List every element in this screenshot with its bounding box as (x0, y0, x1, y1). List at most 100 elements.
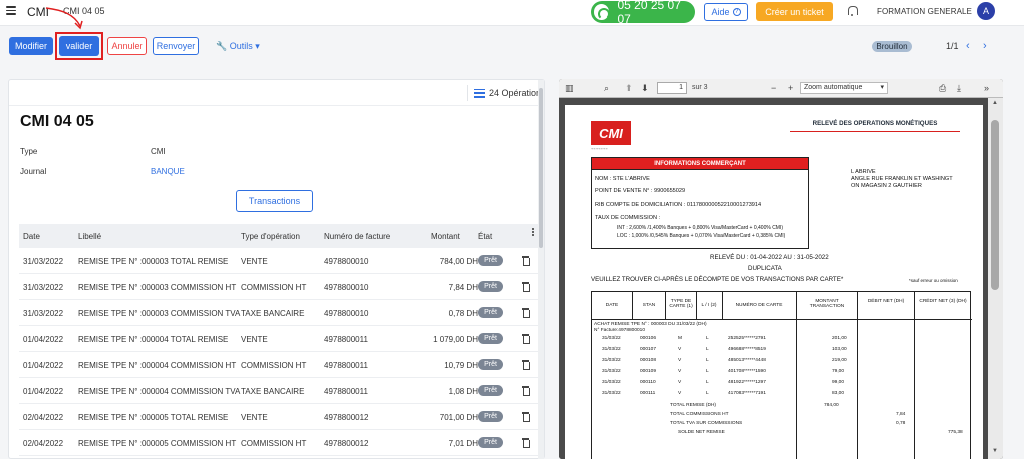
col-montant[interactable]: Montant (431, 232, 460, 241)
cell-libelle: REMISE TPE N° :000003 COMMISSION HT (78, 283, 237, 292)
col-date[interactable]: Date (23, 232, 40, 241)
phone-number: 05 20 25 07 07 (617, 0, 681, 26)
renvoyer-button[interactable]: Renvoyer (153, 37, 199, 55)
trash-icon[interactable] (522, 386, 530, 396)
zoom-value: Zoom automatique (804, 84, 863, 91)
document-panel: 24 Opérations CMI 04 05 Type CMI Journal… (8, 79, 545, 459)
valider-button[interactable]: valider (59, 36, 99, 56)
chevron-right-icon[interactable]: › (983, 40, 987, 52)
caret-down-icon: ▾ (880, 84, 884, 91)
col-type[interactable]: Type d'opération (241, 232, 300, 241)
trash-icon[interactable] (522, 334, 530, 344)
journal-link[interactable]: BANQUE (151, 167, 185, 176)
print-icon[interactable]: ⎙ (939, 83, 946, 94)
zoom-select[interactable]: Zoom automatique ▾ (800, 82, 888, 94)
pdf-col-montant: MONTANT TRANSACTION (809, 299, 845, 309)
menu-icon[interactable] (6, 6, 16, 15)
col-etat[interactable]: État (478, 232, 492, 241)
status-badge: Prêt (478, 281, 503, 292)
col-libelle[interactable]: Libellé (78, 232, 101, 241)
help-button[interactable]: Aide ? (704, 3, 748, 21)
status-badge: Prêt (478, 385, 503, 396)
caret-down-icon: ▾ (255, 41, 260, 51)
trash-icon[interactable] (522, 360, 530, 370)
top-bar: CMI CMI 04 05 05 20 25 07 07 Aide ? Crée… (0, 0, 1024, 26)
avatar[interactable]: A (977, 2, 995, 20)
more-options-icon[interactable] (532, 228, 534, 236)
search-icon[interactable]: ⌕ (604, 83, 609, 94)
zoom-in-icon[interactable]: + (788, 83, 793, 93)
arrow-down-icon[interactable]: ⬇ (641, 83, 649, 94)
status-badge: Prêt (478, 359, 503, 370)
annuler-button[interactable]: Annuler (107, 37, 147, 55)
col-facture[interactable]: Numéro de facture (324, 232, 390, 241)
trash-icon[interactable] (522, 438, 530, 448)
cell-type: VENTE (241, 335, 268, 344)
trash-icon[interactable] (522, 412, 530, 422)
cell-libelle: REMISE TPE N° :000003 COMMISSION TVA (78, 309, 241, 318)
total-tva-value: 0,78 (896, 421, 906, 426)
outils-menu[interactable]: 🔧 Outils ▾ (216, 41, 260, 52)
pdf-cell-type: V (678, 369, 682, 374)
scroll-down-icon[interactable]: ▼ (992, 448, 998, 454)
pdf-cell-stan: 000110 (640, 380, 656, 385)
arrow-up-icon[interactable]: ⬆ (625, 83, 633, 94)
cell-facture: 4978800010 (324, 283, 369, 292)
trash-icon[interactable] (522, 282, 530, 292)
pdf-cell-li: L (706, 336, 709, 341)
sidebar-toggle-icon[interactable]: ▥ (565, 83, 574, 94)
phone-badge[interactable]: 05 20 25 07 07 (591, 0, 695, 26)
modifier-button[interactable]: Modifier (9, 37, 53, 55)
trash-icon[interactable] (522, 256, 530, 266)
transactions-button[interactable]: Transactions (236, 190, 313, 212)
pdf-col-date: DATE (605, 303, 619, 308)
table-row[interactable]: 01/04/2022 REMISE TPE N° :000004 COMMISSI… (19, 378, 538, 404)
pdf-cell-li: L (706, 347, 709, 352)
headset-icon (594, 4, 611, 20)
pdf-viewer: ▥ ⌕ ⬆ ⬇ 1 sur 3 − + Zoom automatique ▾ ⎙… (559, 79, 1003, 459)
table-row[interactable]: 02/04/2022 REMISE TPE N° :000005 TOTAL RE… (19, 404, 538, 430)
cell-libelle: REMISE TPE N° :000004 COMMISSION TVA (78, 387, 241, 396)
create-ticket-button[interactable]: Créer un ticket (756, 2, 833, 21)
help-icon: ? (732, 8, 741, 16)
scroll-up-icon[interactable]: ▲ (992, 100, 998, 106)
bell-icon[interactable] (848, 6, 858, 16)
pdf-col-li: L / I (2) (701, 303, 717, 308)
type-label: Type (20, 147, 38, 156)
company-name[interactable]: FORMATION GENERALE (877, 7, 972, 16)
table-row[interactable]: 01/04/2022 REMISE TPE N° :000004 COMMISSI… (19, 352, 538, 378)
cell-type: TAXE BANCAIRE (241, 309, 305, 318)
page-number-input[interactable]: 1 (657, 82, 687, 94)
pager-count: 1/1 (946, 41, 959, 51)
pdf-cell-type: V (678, 380, 682, 385)
facture-line: N° Facture:4978800010 (594, 328, 645, 333)
cell-libelle: REMISE TPE N° :000005 COMMISSION HT (78, 439, 237, 448)
tools-expand-icon[interactable]: » (984, 83, 989, 93)
table-row[interactable]: 01/04/2022 REMISE TPE N° :000004 TOTAL RE… (19, 326, 538, 352)
decompte-note: VEUILLEZ TROUVER CI-APRÈS LE DÉCOMPTE DE… (591, 276, 844, 283)
operations-counter[interactable]: 24 Opérations (467, 85, 544, 101)
chevron-left-icon[interactable]: ‹ (966, 40, 970, 52)
zoom-out-icon[interactable]: − (771, 83, 776, 93)
table-row[interactable]: 31/03/2022 REMISE TPE N° :000003 TOTAL RE… (19, 248, 538, 274)
table-row[interactable]: 31/03/2022 REMISE TPE N° :000003 COMMISSI… (19, 274, 538, 300)
cell-facture: 4978800011 (324, 387, 368, 396)
download-icon[interactable]: ⤓ (957, 83, 961, 94)
pdf-canvas: CMI ⌁⌁⌁⌁⌁⌁⌁ RELEVÉ DES OPERATIONS MONÉTI… (559, 98, 1003, 459)
pdf-cell-montant: 103,00 (832, 347, 847, 352)
table-row[interactable]: 02/04/2022 REMISE TPE N° :000005 COMMISSI… (19, 430, 538, 456)
cell-montant: 784,00 DH (439, 257, 478, 266)
trash-icon[interactable] (522, 308, 530, 318)
cell-date: 31/03/2022 (23, 309, 64, 318)
table-row[interactable]: 31/03/2022 REMISE TPE N° :000003 COMMISSI… (19, 300, 538, 326)
report-title: RELEVÉ DES OPERATIONS MONÉTIQUES (790, 120, 960, 132)
pdf-scrollbar[interactable]: ▲ ▼ (988, 98, 1003, 459)
cell-montant: 1 079,00 DH (433, 335, 478, 344)
pdf-col-stan: STAN (642, 303, 656, 308)
pdf-cell-montant: 83,00 (832, 391, 845, 396)
disclaimer: *sauf erreur ou omission (909, 278, 958, 283)
total-commissions-value: 7,84 (896, 412, 906, 417)
status-badge: Prêt (478, 411, 503, 422)
cell-type: VENTE (241, 257, 268, 266)
panel-scrollbar[interactable] (538, 80, 544, 459)
